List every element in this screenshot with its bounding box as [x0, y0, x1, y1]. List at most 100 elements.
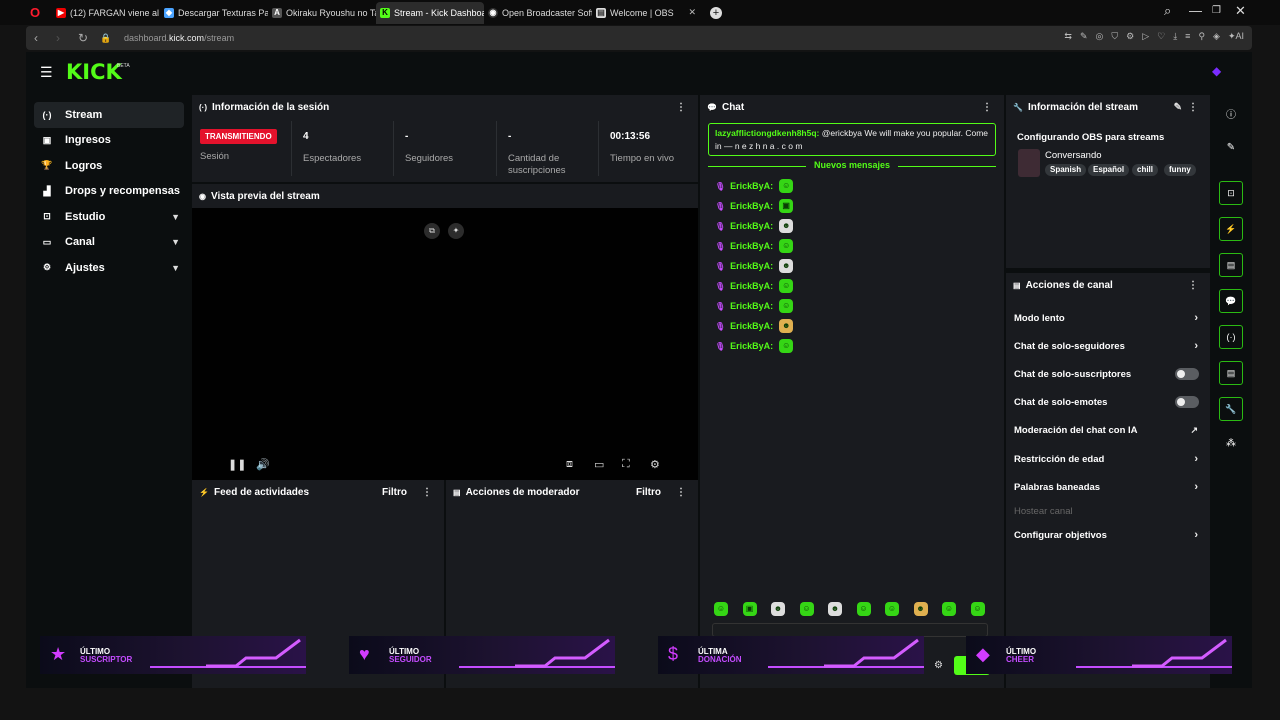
browser-tab[interactable]: AOkiraku Ryoushu no Tanos✕ [268, 2, 376, 24]
user-avatar[interactable]: ◆ [1212, 64, 1226, 80]
action-ai-moderation[interactable]: Moderación del chat con IA ↗ [1014, 422, 1202, 438]
profile-icon[interactable]: ⚲ [1198, 31, 1205, 42]
connections-icon[interactable]: ⁂ [1219, 438, 1243, 449]
emote-icon[interactable]: ☻ [913, 602, 928, 616]
extension-icon[interactable]: ⇆ [1064, 31, 1072, 42]
more-options-icon[interactable]: ⋮ [1188, 102, 1198, 113]
opera-menu-icon[interactable]: O [30, 5, 44, 20]
broadcast-button[interactable]: (·) [1219, 325, 1243, 349]
chevron-down-icon[interactable]: ▼ [171, 263, 180, 273]
lightning-button[interactable]: ⚡ [1219, 217, 1243, 241]
shield-icon[interactable]: ⛉ [1111, 31, 1118, 42]
browser-tab-active[interactable]: KStream - Kick Dashboard✕ [376, 1, 484, 24]
emote-icon[interactable]: ☺ [970, 602, 985, 616]
window-close-icon[interactable]: ✕ [1235, 3, 1246, 19]
chat-username[interactable]: ErickByA: [730, 241, 773, 251]
edit-icon[interactable]: ✎ [1174, 102, 1182, 113]
chevron-down-icon[interactable]: ▼ [171, 237, 180, 247]
maximize-icon[interactable]: ❐ [1212, 5, 1221, 16]
new-tab-button[interactable]: + [710, 6, 722, 19]
back-icon[interactable]: ‹ [34, 31, 48, 45]
toggle-switch[interactable] [1175, 368, 1199, 380]
chat-button[interactable]: 💬 [1219, 289, 1243, 313]
video-player[interactable]: ⧉ ✦ ❚❚ 🔊 ⧈ ▭ ⛶ ⚙ [192, 208, 698, 480]
chat-username[interactable]: ErickByA: [730, 281, 773, 291]
tag[interactable]: Español [1088, 164, 1130, 176]
address-bar[interactable]: ‹ › ↻ 🔒 dashboard.kick.com/stream ⇆ ✎ ◎ … [26, 26, 1252, 50]
tag[interactable]: chill [1132, 164, 1159, 176]
url-text[interactable]: dashboard.kick.com/stream [124, 33, 234, 43]
chat-settings-icon[interactable]: ⚙ [934, 660, 943, 671]
chat-username[interactable]: ErickByA: [730, 321, 773, 331]
search-tabs-icon[interactable]: ⌕ [1164, 3, 1171, 19]
sidebar-item-drops[interactable]: ▟ Drops y recompensas [34, 179, 184, 205]
more-options-icon[interactable]: ⋮ [982, 102, 992, 113]
document-button[interactable]: ▤ [1219, 253, 1243, 277]
sparkle-icon[interactable]: ✦ [448, 223, 464, 239]
action-banned-words[interactable]: Palabras baneadas › [1014, 479, 1202, 495]
pinned-message[interactable]: lazyafflictiongdkenh8h5q: @erickbya We w… [708, 123, 996, 156]
extension-icon[interactable]: ⚙ [1126, 31, 1134, 42]
emote-icon[interactable]: ☺ [714, 602, 728, 616]
chat-username[interactable]: ErickByA: [730, 261, 773, 271]
chat-username[interactable]: ErickByA: [730, 181, 773, 191]
kick-logo[interactable]: KICK [66, 60, 122, 84]
action-followers-only[interactable]: Chat de solo-seguidores › [1014, 338, 1202, 354]
browser-tab[interactable]: ◆Descargar Texturas Para M✕ [160, 2, 268, 24]
fullscreen-icon[interactable]: ⛶ [622, 458, 630, 471]
sidebar-item-logros[interactable]: 🏆 Logros [34, 153, 184, 179]
theater-mode-icon[interactable]: ▭ [594, 458, 604, 471]
pinned-username[interactable]: lazyafflictiongdkenh8h5q: [715, 128, 819, 138]
emote-icon[interactable]: ☺ [856, 602, 871, 616]
ai-icon[interactable]: ✦AI [1228, 31, 1244, 42]
settings-icon[interactable]: ⚙ [650, 458, 660, 471]
more-options-icon[interactable]: ⋮ [676, 102, 686, 113]
reload-icon[interactable]: ↻ [78, 31, 92, 45]
more-options-icon[interactable]: ⋮ [676, 487, 686, 498]
more-options-icon[interactable]: ⋮ [422, 487, 432, 498]
sidebar-item-ingresos[interactable]: ▣ Ingresos [34, 128, 184, 154]
sidebar-item-estudio[interactable]: ⊡ Estudio ▼ [34, 204, 184, 230]
chat-username[interactable]: ErickByA: [730, 201, 773, 211]
browser-tab[interactable]: ▶(12) FARGAN viene al Serv✕ [52, 2, 160, 24]
filter-button[interactable]: Filtro [636, 487, 661, 498]
sidebar-item-canal[interactable]: ▭ Canal ▼ [34, 230, 184, 256]
category-thumbnail[interactable] [1018, 149, 1040, 177]
close-icon[interactable]: ✕ [685, 7, 696, 18]
wrench-button[interactable]: 🔧 [1219, 397, 1243, 421]
emote-icon[interactable]: ☻ [771, 602, 785, 616]
camera-icon[interactable]: ◎ [1095, 31, 1103, 42]
sidebar-item-ajustes[interactable]: ⚙ Ajustes ▼ [34, 255, 184, 281]
emote-icon[interactable]: ☻ [828, 602, 842, 616]
more-options-icon[interactable]: ⋮ [1188, 280, 1198, 291]
sidebar-item-stream[interactable]: (·) Stream [34, 102, 184, 128]
chat-username[interactable]: ErickByA: [730, 301, 773, 311]
chat-username[interactable]: ErickByA: [730, 341, 773, 351]
info-icon[interactable]: ⓘ [1219, 106, 1243, 121]
action-slow-mode[interactable]: Modo lento › [1014, 310, 1202, 326]
emote-icon[interactable]: ▣ [742, 602, 757, 616]
channel-button[interactable]: ▤ [1219, 361, 1243, 385]
chat-input[interactable] [712, 623, 988, 637]
category-name[interactable]: Conversando [1045, 150, 1102, 161]
emote-icon[interactable]: ☺ [885, 602, 899, 616]
heart-icon[interactable]: ♡ [1157, 31, 1165, 42]
tag[interactable]: funny [1164, 164, 1196, 176]
filter-button[interactable]: Filtro [382, 487, 407, 498]
volume-icon[interactable]: 🔊 [256, 458, 270, 471]
play-icon[interactable]: ▷ [1142, 31, 1149, 42]
browser-tab[interactable]: ◉Open Broadcaster Softwa✕ [484, 2, 592, 24]
chat-username[interactable]: ErickByA: [730, 221, 773, 231]
extension-icon[interactable]: ✎ [1080, 31, 1088, 42]
toggle-switch[interactable] [1175, 396, 1199, 408]
action-configure-goals[interactable]: Configurar objetivos › [1014, 527, 1202, 543]
tag[interactable]: Spanish [1045, 164, 1087, 176]
emote-icon[interactable]: ☺ [799, 602, 814, 616]
pause-icon[interactable]: ❚❚ [228, 458, 246, 471]
chevron-down-icon[interactable]: ▼ [171, 212, 180, 222]
minimize-icon[interactable]: — [1189, 3, 1202, 18]
menu-icon[interactable]: ≡ [1185, 31, 1190, 42]
cube-icon[interactable]: ◈ [1213, 31, 1220, 42]
emote-icon[interactable]: ☺ [942, 602, 956, 616]
browser-tab[interactable]: ▤ Welcome | OBS ✕ [592, 2, 700, 24]
